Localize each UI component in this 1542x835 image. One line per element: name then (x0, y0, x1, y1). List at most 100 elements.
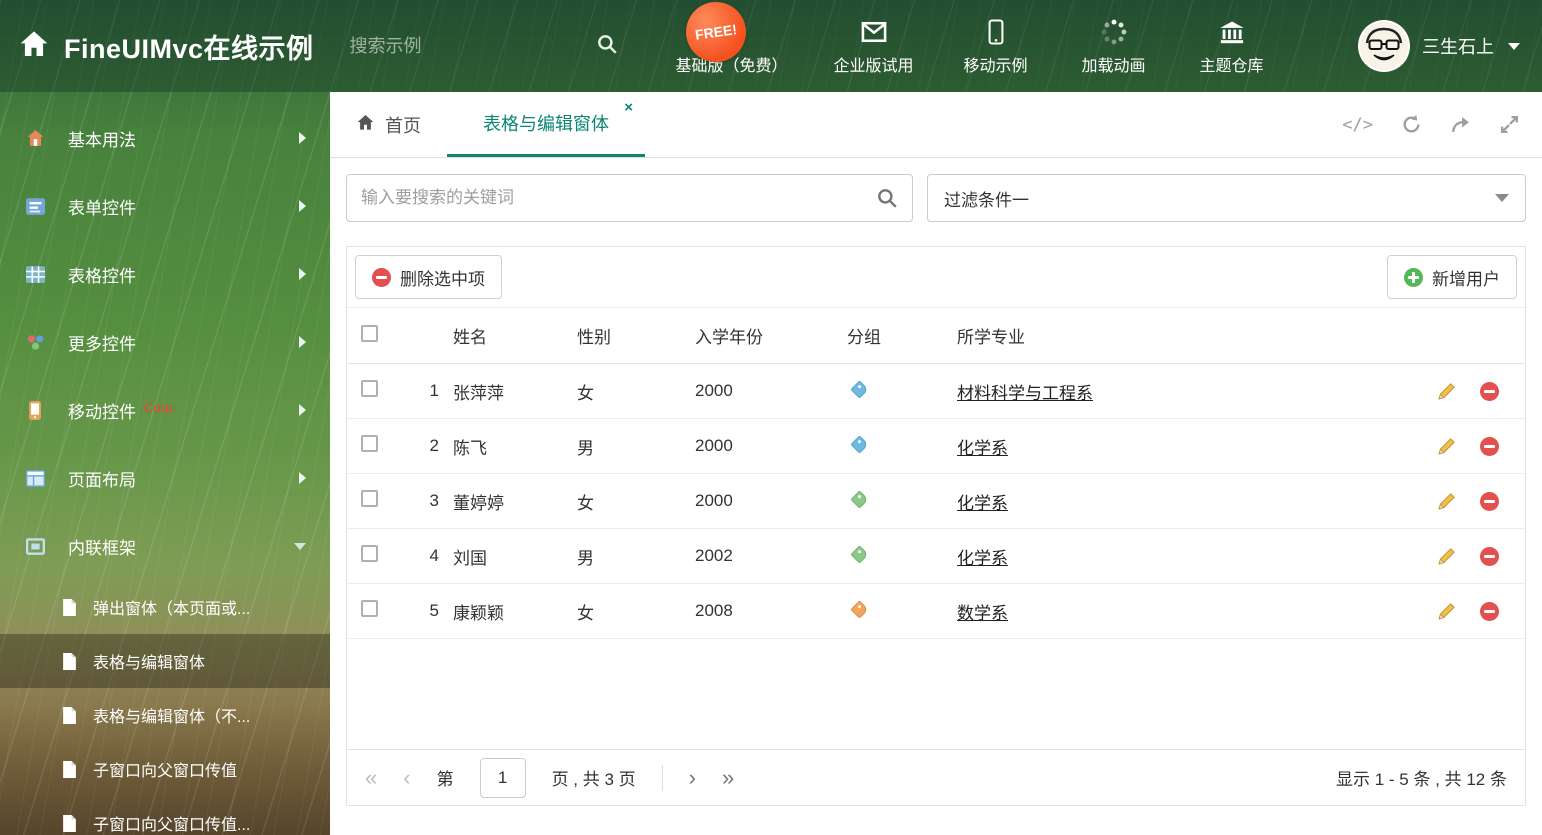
add-user-button[interactable]: 新增用户 (1387, 255, 1517, 299)
major-link[interactable]: 化学系 (957, 439, 1008, 458)
phone-icon (24, 400, 46, 420)
edit-pencil-icon[interactable] (1437, 492, 1456, 511)
sidebar-subitem-popup-window[interactable]: 弹出窗体（本页面或... (0, 580, 330, 634)
top-nav: 基础版（免费） 企业版试用 移动示例 加载动画 主题仓库 (676, 16, 1268, 76)
tab-bar: 首页 表格与编辑窗体 × </> (330, 92, 1542, 158)
page-number-input[interactable] (479, 757, 526, 798)
corp-badge: Corp. (144, 399, 176, 415)
chevron-down-icon (1508, 42, 1520, 50)
tag-icon (850, 546, 869, 564)
sidebar-subitem-grid-edit-window[interactable]: 表格与编辑窗体 (0, 634, 330, 688)
refresh-icon[interactable] (1401, 114, 1422, 135)
edit-pencil-icon[interactable] (1437, 547, 1456, 566)
edit-pencil-icon[interactable] (1437, 382, 1456, 401)
page-label-prefix: 第 (436, 770, 454, 789)
cell-year: 2000 (695, 491, 733, 510)
tab-label: 首页 (385, 115, 421, 136)
column-year[interactable]: 入学年份 (687, 323, 839, 348)
layout-icon (24, 469, 46, 487)
top-header: FineUIMvc在线示例 FREE! 基础版（免费） 企业版试用 (0, 0, 1542, 92)
select-all-checkbox[interactable] (361, 324, 378, 342)
sidebar-subitem-grid-edit-window-alt[interactable]: 表格与编辑窗体（不... (0, 688, 330, 742)
major-link[interactable]: 化学系 (957, 549, 1008, 568)
topnav-item-loading-animation[interactable]: 加载动画 (1078, 16, 1150, 76)
keyword-search-input[interactable] (347, 188, 876, 208)
column-name[interactable]: 姓名 (445, 323, 569, 348)
sidebar-item-form-controls[interactable]: 表单控件 (0, 172, 330, 240)
header-search (349, 33, 617, 60)
edit-pencil-icon[interactable] (1437, 602, 1456, 621)
cell-year: 2008 (695, 601, 733, 620)
delete-icon[interactable] (1480, 381, 1499, 401)
sidebar-item-mobile-controls[interactable]: 移动控件 Corp. (0, 376, 330, 444)
header-search-input[interactable] (349, 35, 582, 57)
share-icon[interactable] (1450, 114, 1471, 135)
row-number: 5 (429, 601, 439, 620)
dots-cluster-icon (24, 334, 46, 351)
search-icon[interactable] (876, 187, 898, 209)
column-gender[interactable]: 性别 (569, 323, 687, 348)
user-menu[interactable]: 三生石上 (1358, 20, 1520, 72)
cell-name: 陈飞 (453, 438, 487, 458)
close-icon[interactable]: × (624, 100, 633, 115)
main-content: 首页 表格与编辑窗体 × </> 输入要搜索的关键词 过滤条件一 删除选中项 新… (330, 92, 1542, 835)
record-summary: 显示 1 - 5 条 , 共 12 条 (1336, 770, 1507, 789)
chevron-right-icon (299, 268, 306, 280)
row-checkbox[interactable] (361, 545, 378, 562)
row-checkbox[interactable] (361, 490, 378, 507)
cell-gender: 女 (577, 383, 594, 403)
row-checkbox[interactable] (361, 380, 378, 397)
topnav-item-theme-repo[interactable]: 主题仓库 (1196, 16, 1268, 76)
table-icon (24, 265, 46, 283)
sidebar-item-basic-usage[interactable]: 基本用法 (0, 104, 330, 172)
sidebar-item-grid-controls[interactable]: 表格控件 (0, 240, 330, 308)
brand[interactable]: FineUIMvc在线示例 (0, 27, 314, 66)
sidebar-subitem-child-to-parent-alt[interactable]: 子窗口向父窗口传值... (0, 796, 330, 835)
expand-icon[interactable] (1499, 114, 1520, 135)
cell-name: 董婷婷 (453, 493, 504, 513)
avatar (1358, 20, 1410, 72)
first-page-button[interactable]: « (365, 766, 377, 789)
sidebar: 基本用法 表单控件 表格控件 更多控件 移动控件 Corp. 页面布局 内联框架… (0, 92, 330, 835)
page-body: 基本用法 表单控件 表格控件 更多控件 移动控件 Corp. 页面布局 内联框架… (0, 92, 1542, 835)
major-link[interactable]: 材料科学与工程系 (957, 384, 1093, 403)
major-link[interactable]: 数学系 (957, 604, 1008, 623)
table-row: 4 刘国 男 2002 化学系 (347, 529, 1525, 584)
column-group[interactable]: 分组 (839, 323, 949, 348)
edit-pencil-icon[interactable] (1437, 437, 1456, 456)
delete-icon[interactable] (1480, 491, 1499, 511)
sidebar-item-page-layout[interactable]: 页面布局 (0, 444, 330, 512)
sidebar-subitem-label: 表格与编辑窗体（不... (93, 709, 251, 726)
keyword-search-box (346, 174, 913, 222)
chevron-right-icon (299, 200, 306, 212)
next-page-button[interactable]: › (689, 766, 696, 789)
topnav-item-mobile-demo[interactable]: 移动示例 (960, 16, 1032, 76)
mobile-icon (985, 16, 1007, 46)
filter-dropdown-value: 过滤条件一 (944, 190, 1029, 210)
source-code-icon[interactable]: </> (1342, 115, 1373, 135)
filter-dropdown[interactable]: 过滤条件一 (927, 174, 1526, 222)
tab-home[interactable]: 首页 (330, 92, 447, 157)
topnav-item-enterprise-trial[interactable]: 企业版试用 (834, 16, 914, 76)
tab-grid-edit-window[interactable]: 表格与编辑窗体 × (447, 92, 645, 157)
spinner-icon (1100, 16, 1128, 46)
prev-page-button[interactable]: ‹ (403, 766, 410, 789)
last-page-button[interactable]: » (722, 766, 734, 789)
search-icon[interactable] (596, 33, 618, 60)
sidebar-subitem-label: 表格与编辑窗体 (93, 655, 206, 672)
delete-icon[interactable] (1480, 546, 1499, 566)
grid-empty-area (347, 639, 1525, 749)
delete-icon[interactable] (1480, 436, 1499, 456)
row-checkbox[interactable] (361, 600, 378, 617)
major-link[interactable]: 化学系 (957, 494, 1008, 513)
sidebar-item-more-controls[interactable]: 更多控件 (0, 308, 330, 376)
table-row: 5 康颖颖 女 2008 数学系 (347, 584, 1525, 639)
row-checkbox[interactable] (361, 435, 378, 452)
delete-icon[interactable] (1480, 601, 1499, 621)
column-major[interactable]: 所学专业 (949, 323, 1395, 348)
chevron-right-icon (299, 404, 306, 416)
delete-selected-button[interactable]: 删除选中项 (355, 255, 502, 299)
sidebar-item-inline-frame[interactable]: 内联框架 (0, 512, 330, 580)
sidebar-subitem-child-to-parent[interactable]: 子窗口向父窗口传值 (0, 742, 330, 796)
table-row: 1 张萍萍 女 2000 材料科学与工程系 (347, 364, 1525, 419)
